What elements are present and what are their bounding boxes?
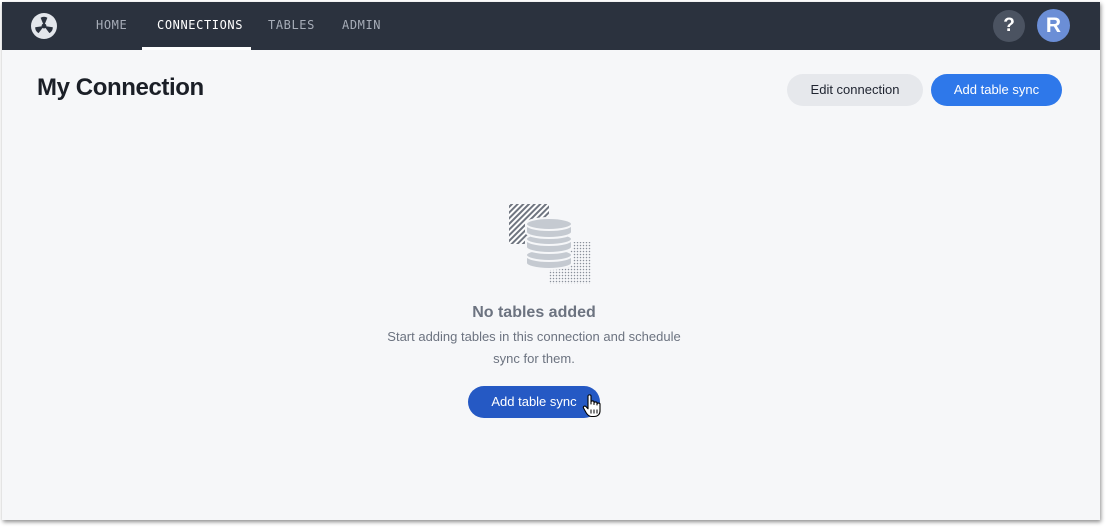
empty-state-description: Start adding tables in this connection a…: [387, 329, 681, 366]
nav-item-tables[interactable]: TABLES: [268, 2, 315, 50]
nav-item-admin[interactable]: ADMIN: [342, 2, 381, 50]
add-table-sync-button[interactable]: Add table sync: [931, 74, 1062, 106]
hand-cursor-icon: [582, 394, 604, 423]
page-title: My Connection: [37, 74, 204, 101]
empty-state-title: No tables added: [472, 304, 596, 321]
edit-connection-button[interactable]: Edit connection: [787, 74, 923, 106]
user-avatar[interactable]: R: [1037, 9, 1070, 42]
nav-item-connections[interactable]: CONNECTIONS: [157, 2, 243, 50]
active-tab-indicator: [142, 47, 251, 50]
top-navigation-bar: HOME CONNECTIONS TABLES ADMIN ? R: [2, 2, 1100, 50]
logo-icon[interactable]: [31, 13, 57, 39]
app-window: HOME CONNECTIONS TABLES ADMIN ? R My Con…: [2, 2, 1100, 520]
help-button[interactable]: ?: [993, 10, 1025, 42]
empty-state-add-table-sync-button[interactable]: Add table sync: [468, 386, 600, 418]
nav-item-home[interactable]: HOME: [96, 2, 127, 50]
database-icon: [507, 202, 597, 293]
